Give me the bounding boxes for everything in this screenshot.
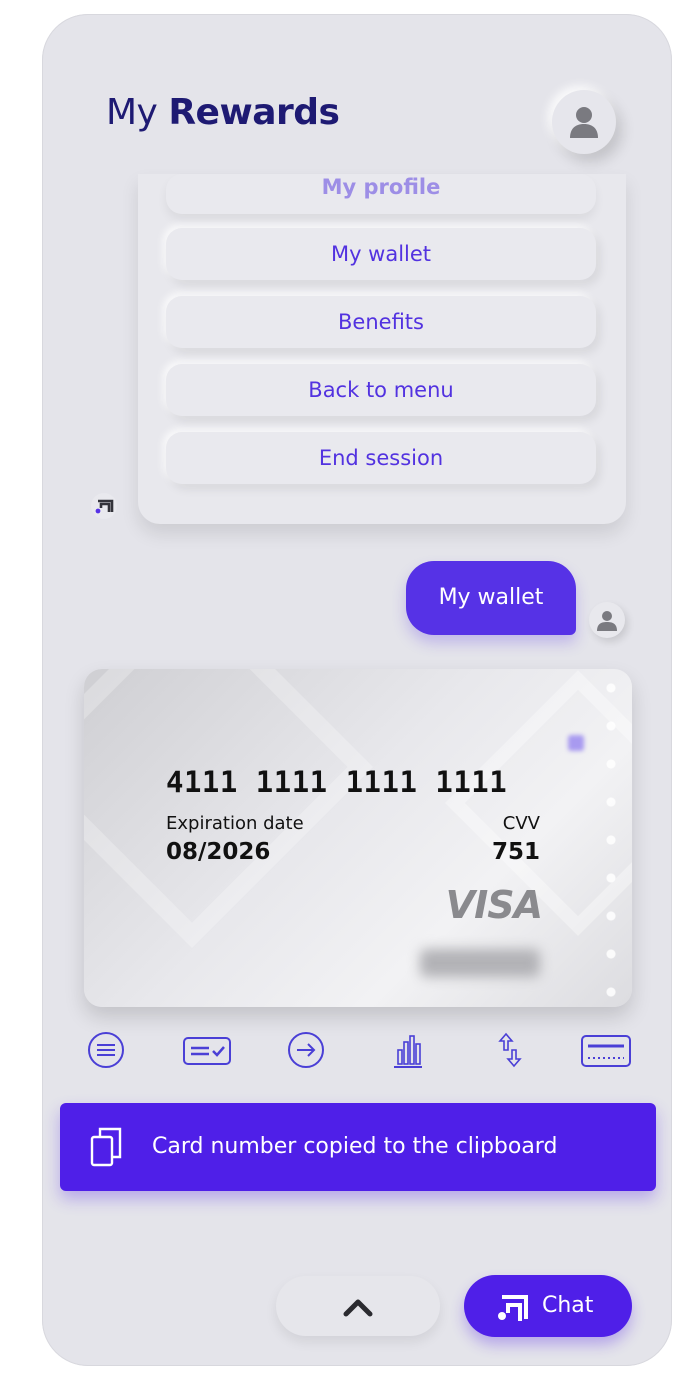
copy-icon xyxy=(90,1127,122,1167)
bar-chart-icon xyxy=(394,1035,422,1068)
cvv-value: 751 xyxy=(491,839,540,865)
chat-button[interactable]: Chat xyxy=(464,1275,632,1337)
scroll-up-button[interactable] xyxy=(276,1276,440,1336)
menu-item-my-profile[interactable]: My profile xyxy=(166,174,596,214)
card-info-button[interactable] xyxy=(578,1028,631,1072)
movements-button[interactable] xyxy=(488,1028,536,1072)
card-check-icon xyxy=(183,1037,231,1065)
user-avatar xyxy=(589,602,625,638)
expiration-value: 08/2026 xyxy=(166,839,271,865)
card-number[interactable]: 4111 1111 1111 1111 xyxy=(166,765,507,799)
user-message-bubble: My wallet xyxy=(406,561,576,635)
visa-logo: VISA xyxy=(445,883,543,927)
card-icon xyxy=(581,1035,631,1067)
user-icon xyxy=(570,107,598,138)
copied-toast: Card number copied to the clipboard xyxy=(60,1103,656,1191)
card-pattern xyxy=(84,669,374,949)
card-accent-dot xyxy=(568,735,584,751)
cardholder-name-blurred xyxy=(420,949,540,977)
title-bold: Rewards xyxy=(168,92,340,133)
menu-item-my-wallet[interactable]: My wallet xyxy=(166,228,596,280)
toast-message: Card number copied to the clipboard xyxy=(152,1134,558,1159)
menu-item-benefits[interactable]: Benefits xyxy=(166,296,596,348)
user-icon xyxy=(597,611,617,631)
chat-button-label: Chat xyxy=(542,1293,594,1318)
statistics-button[interactable] xyxy=(386,1028,434,1072)
transfer-button[interactable] xyxy=(284,1028,332,1072)
details-button[interactable] xyxy=(84,1028,132,1072)
card-perforation xyxy=(604,669,618,1007)
bot-logo-icon xyxy=(498,1295,528,1321)
set-default-card-button[interactable] xyxy=(180,1028,231,1072)
chevron-up-icon xyxy=(343,1299,373,1317)
app-screen: My Rewards My profile My wallet Benefits… xyxy=(42,14,672,1366)
bot-logo-icon xyxy=(90,492,118,520)
menu-item-end-session[interactable]: End session xyxy=(166,432,596,484)
page-title: My Rewards xyxy=(106,92,340,133)
menu-lines-icon xyxy=(88,1032,124,1068)
title-light: My xyxy=(106,92,158,133)
credit-card[interactable]: 4111 1111 1111 1111 Expiration date CVV … xyxy=(84,669,632,1007)
transfer-arrows-icon xyxy=(498,1032,522,1068)
chat-menu-panel: My profile My wallet Benefits Back to me… xyxy=(138,174,626,524)
arrow-right-circle-icon xyxy=(288,1032,324,1068)
menu-item-back-to-menu[interactable]: Back to menu xyxy=(166,364,596,416)
expiration-label: Expiration date xyxy=(166,813,304,834)
profile-avatar-button[interactable] xyxy=(552,90,616,154)
card-action-toolbar xyxy=(84,1028,632,1072)
cvv-label: CVV xyxy=(502,813,540,834)
